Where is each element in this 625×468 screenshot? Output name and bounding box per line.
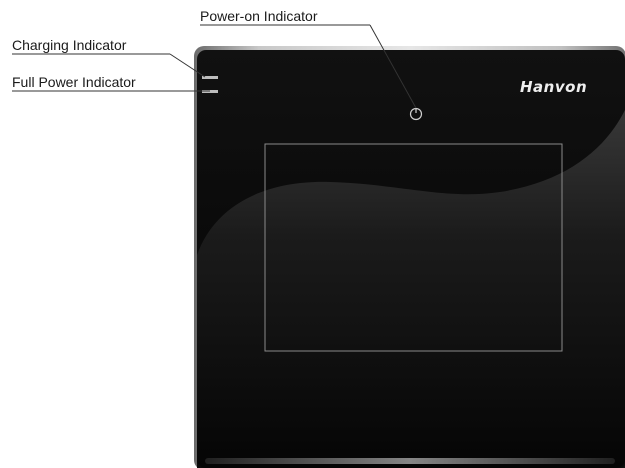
full-power-indicator-label: Full Power Indicator [12, 74, 136, 90]
bottom-edge-reflection [205, 458, 615, 464]
diagram-canvas: Power-on Indicator Charging Indicator Fu… [0, 0, 625, 468]
tablet-device [12, 24, 625, 468]
charging-indicator-label: Charging Indicator [12, 37, 127, 53]
power-on-indicator-label: Power-on Indicator [200, 8, 318, 24]
brand-logo: Hanvon [520, 78, 588, 96]
